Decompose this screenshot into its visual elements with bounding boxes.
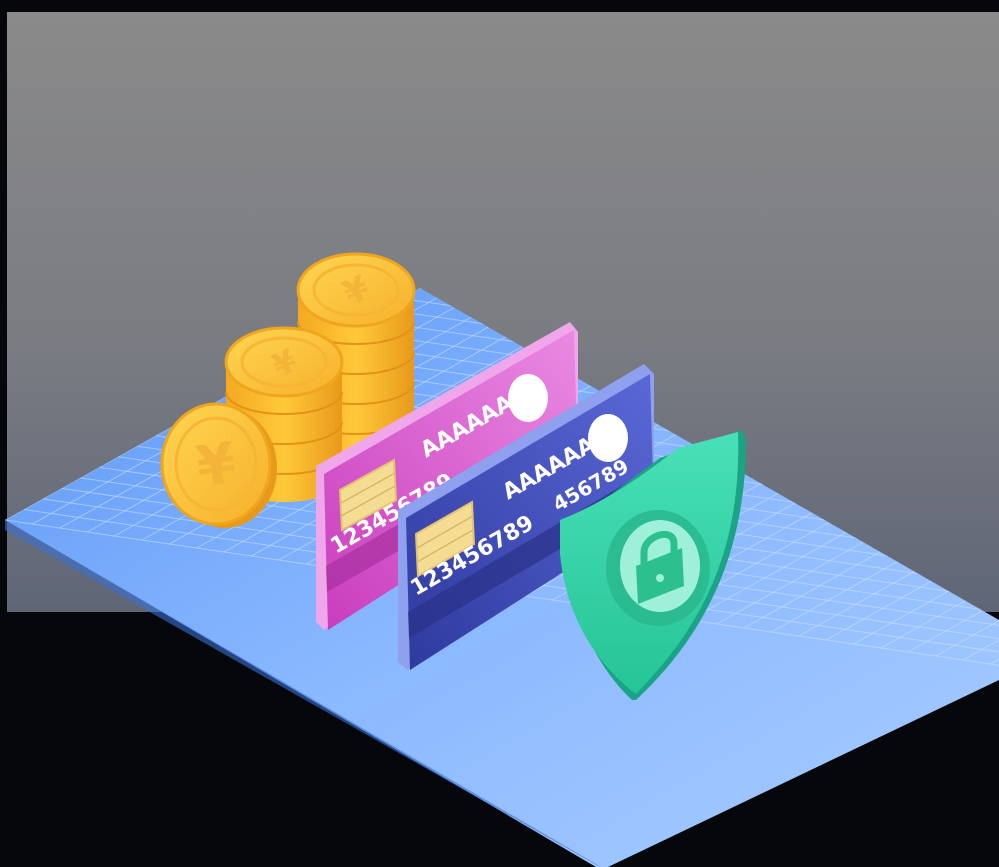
card-logo-circle [508,374,548,422]
security-payment-illustration: ¥ ¥ ¥ AAAAAA 123456789 AAAAAA 456789 123… [0,0,999,867]
